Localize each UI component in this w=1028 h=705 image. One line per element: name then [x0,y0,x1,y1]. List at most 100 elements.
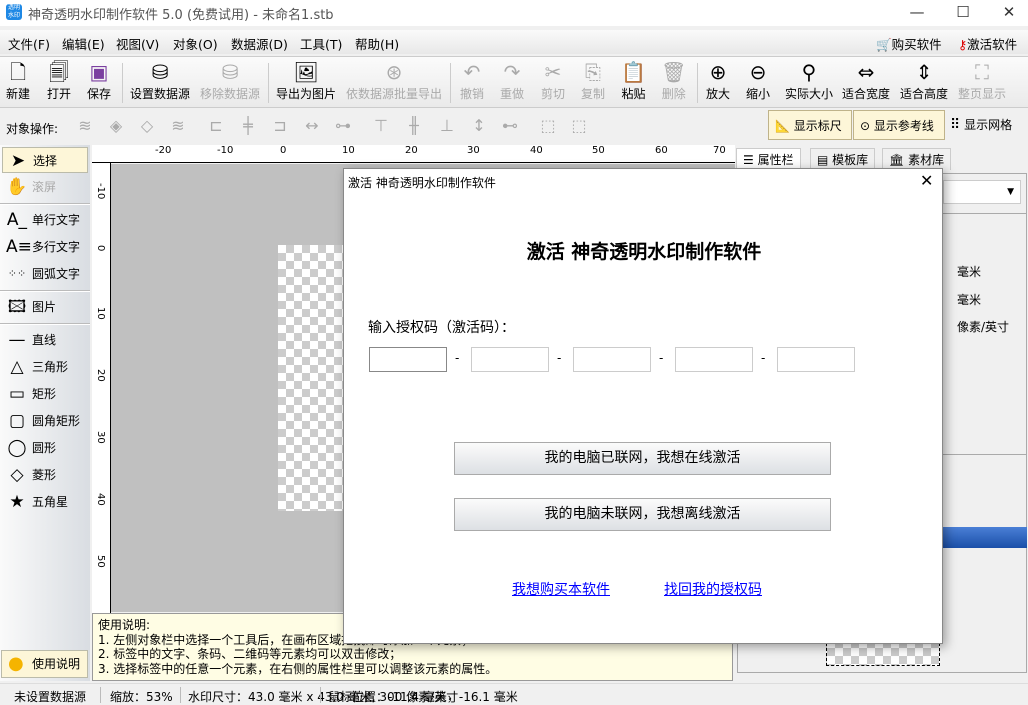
show-guides-toggle[interactable]: ⊙ 显示参考线 [853,110,945,140]
fit-width-button[interactable]: ⇔ 适合宽度 [842,59,890,102]
dialog-close-button[interactable]: ✕ [920,171,933,190]
save-button[interactable]: ▣ 保存 [87,59,111,102]
tool-pan[interactable]: ✋ 滚屏 [2,174,88,200]
tool-ellipse[interactable]: ◯ 圆形 [2,435,88,461]
distribute-v-icon[interactable]: ⊷ [499,116,521,136]
align-center-icon[interactable]: ╪ [237,116,259,136]
rectangle-icon: ▭ [8,384,26,404]
align-bottom-icon[interactable]: ⊥ [436,116,458,136]
cut-button[interactable]: ✂ 剪切 [541,59,565,102]
tool-diamond[interactable]: ◇ 菱形 [2,462,88,488]
activate-software-link[interactable]: ⚷激活软件 [958,34,1017,53]
license-code-input-5[interactable] [777,347,855,372]
fit-height-button[interactable]: ⇕ 适合高度 [900,59,948,102]
cart-icon: 🛒 [876,37,892,52]
buy-software-link[interactable]: 我想购买本软件 [512,579,610,599]
menu-help[interactable]: 帮助(H) [355,34,399,53]
license-code-label: 输入授权码（激活码）： [368,320,515,336]
send-back-icon[interactable]: ◇ [136,116,158,136]
app-icon: 透明水印 [6,4,22,20]
redo-button[interactable]: ↷ 重做 [500,59,524,102]
fit-page-button[interactable]: ⛶ 整页显示 [958,59,1006,102]
copy-button[interactable]: ⎘ 复制 [581,59,605,102]
tool-select[interactable]: ➤ 选择 [2,147,88,173]
vertical-ruler: -10 0 10 20 30 40 50 [92,163,111,613]
tool-triangle[interactable]: △ 三角形 [2,354,88,380]
database-icon: ⛁ [151,60,169,84]
grid-icon: ⠿ [950,117,961,133]
align-right-icon[interactable]: ⊐ [269,116,291,136]
watermark-canvas-transparent[interactable] [278,245,348,511]
set-datasource-button[interactable]: ⛁ 设置数据源 [130,59,190,102]
tool-line[interactable]: — 直线 [2,327,88,353]
actual-size-button[interactable]: ⚲ 实际大小 [785,59,833,102]
batch-export-button[interactable]: ⊛ 依数据源批量导出 [346,59,442,102]
menu-datasource[interactable]: 数据源(D) [231,34,288,53]
align-left-icon[interactable]: ⊏ [205,116,227,136]
tool-rounded-rectangle[interactable]: ▢ 圆角矩形 [2,408,88,434]
hand-icon: ✋ [6,177,28,197]
bring-forward-icon[interactable]: ≋ [74,116,96,136]
menu-edit[interactable]: 编辑(E) [62,34,105,53]
zoom-out-button[interactable]: ⊖ 缩小 [746,59,770,102]
tool-rectangle[interactable]: ▭ 矩形 [2,381,88,407]
offline-activate-button[interactable]: 我的电脑未联网，我想离线激活 [454,498,831,531]
delete-button[interactable]: 🗑 删除 [661,59,686,102]
export-image-button[interactable]: 🖼 导出为图片 [276,59,336,102]
align-middle-icon[interactable]: ╫ [403,116,425,136]
online-activate-button[interactable]: 我的电脑已联网，我想在线激活 [454,442,831,475]
property-dropdown[interactable]: ▼ [943,180,1021,204]
new-file-icon: 🗋 [9,60,27,84]
unit-label: 像素/英寸 [957,320,1010,334]
maximize-button[interactable]: ☐ [940,0,986,26]
tab-properties[interactable]: ☰ 属性栏 [736,148,801,170]
zoom-out-icon: ⊖ [749,60,767,84]
group-icon[interactable]: ⬚ [537,116,559,136]
ungroup-icon[interactable]: ⬚ [568,116,590,136]
show-grid-toggle[interactable]: ⠿ 显示网格 [950,116,1012,133]
image-icon: 🖾 [7,297,27,317]
fit-page-icon: ⛶ [975,60,989,84]
same-width-icon[interactable]: ↔ [301,116,323,136]
zoom-status: 缩放：53% [110,690,173,704]
tab-templates[interactable]: ▤ 模板库 [810,148,876,170]
tool-multiline-text[interactable]: A≡ 多行文字 [2,234,88,260]
buy-software-link[interactable]: 🛒购买软件 [876,34,942,53]
menu-file[interactable]: 文件(F) [8,34,50,53]
open-button[interactable]: 🗐 打开 [47,59,71,102]
license-code-input-3[interactable] [573,347,651,372]
remove-datasource-button[interactable]: ⛁ 移除数据源 [200,59,260,102]
close-button[interactable]: ✕ [986,0,1028,26]
menu-tools[interactable]: 工具(T) [300,34,342,53]
bring-front-icon[interactable]: ◈ [105,116,127,136]
menu-view[interactable]: 视图(V) [116,34,159,53]
tool-image[interactable]: 🖾 图片 [2,294,88,320]
lightbulb-icon: ● [8,653,24,674]
show-ruler-toggle[interactable]: 📐 显示标尺 [768,110,852,140]
cursor-icon: ➤ [10,151,26,171]
align-top-icon[interactable]: ⊤ [370,116,392,136]
send-backward-icon[interactable]: ≋ [167,116,189,136]
new-button[interactable]: 🗋 新建 [6,59,30,102]
license-code-input-2[interactable] [471,347,549,372]
license-code-input-4[interactable] [675,347,753,372]
license-code-input-1[interactable] [369,347,447,372]
same-height-icon[interactable]: ↕ [468,116,490,136]
tool-arc-text[interactable]: ⁘⁘ 圆弧文字 [2,261,88,287]
ruler-icon: 📐 [775,119,790,133]
eye-icon: ⊙ [860,119,871,133]
scissors-icon: ✂ [544,60,562,84]
zoom-in-button[interactable]: ⊕ 放大 [706,59,730,102]
triangle-icon: △ [10,357,24,377]
line-icon: — [8,330,26,350]
tool-single-line-text[interactable]: A_ 单行文字 [2,207,88,233]
menu-object[interactable]: 对象(O) [173,34,218,53]
tool-star[interactable]: ★ 五角星 [2,489,88,515]
undo-button[interactable]: ↶ 撤销 [460,59,484,102]
paste-button[interactable]: 📋 粘贴 [621,59,646,102]
distribute-h-icon[interactable]: ⊶ [332,116,354,136]
usage-guide-button[interactable]: ● 使用说明 [1,650,88,678]
tab-materials[interactable]: 🏛 素材库 [882,148,952,170]
minimize-button[interactable]: — [894,0,940,26]
recover-license-link[interactable]: 找回我的授权码 [664,579,762,599]
